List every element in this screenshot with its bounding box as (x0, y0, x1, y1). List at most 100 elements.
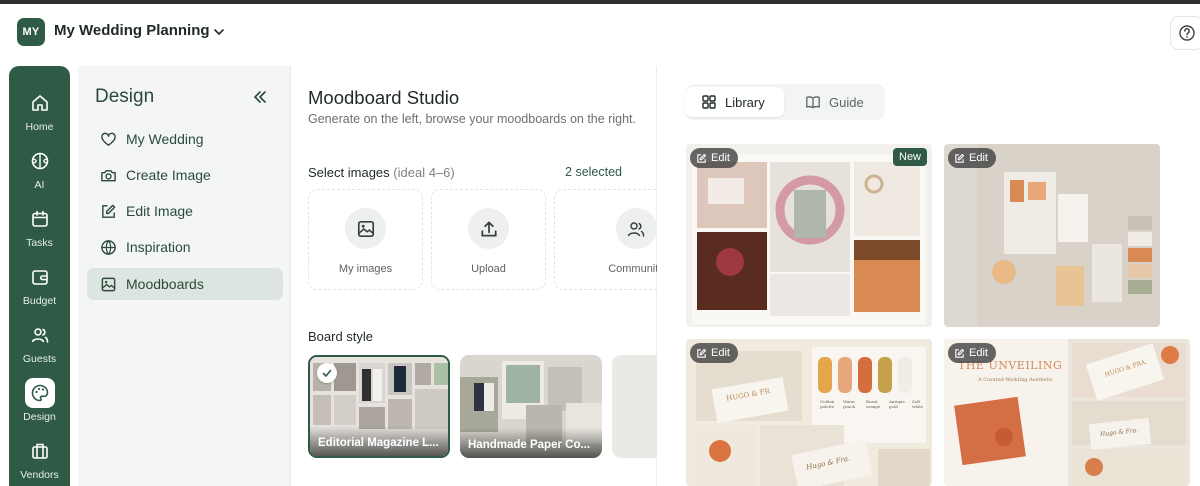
grid-icon (702, 95, 716, 109)
studio-subtitle: Generate on the left, browse your moodbo… (308, 112, 636, 126)
rail-item-ai[interactable]: AI (9, 142, 70, 196)
tab-guide[interactable]: Guide (789, 87, 881, 117)
source-label: My images (338, 263, 393, 275)
sidebar-item-label: Inspiration (126, 239, 191, 255)
moodboard-card-1[interactable]: Edit New (686, 144, 932, 327)
edit-label: Edit (711, 347, 730, 359)
moodboard-card-3[interactable]: Golden palette Warm peach Burnt orange A… (686, 339, 932, 486)
sidebar-item-inspiration[interactable]: Inspiration (87, 231, 283, 263)
board-tagline: A Curated Wedding Aesthetic (978, 377, 1053, 383)
select-images-text: Select images (308, 165, 390, 180)
style-editorial-magazine[interactable]: Editorial Magazine L... (308, 355, 450, 458)
store-icon (31, 443, 48, 459)
camera-icon (100, 169, 116, 181)
swatch-label-row: Golden palette Warm peach Burnt orange A… (820, 399, 930, 409)
selected-count: 2 selected (565, 165, 622, 179)
sidebar-item-my-wedding[interactable]: My Wedding (87, 123, 283, 155)
calendar-icon (31, 210, 48, 227)
rail-item-label: Home (25, 121, 54, 133)
sidebar-item-moodboards[interactable]: Moodboards (87, 268, 283, 300)
edit-badge[interactable]: Edit (948, 343, 996, 363)
rail-item-label: Vendors (20, 469, 59, 481)
moodboard-2-image (977, 144, 1160, 327)
tab-library[interactable]: Library (685, 87, 784, 117)
project-avatar[interactable]: MY (17, 18, 45, 46)
sidebar-item-label: My Wedding (126, 131, 204, 147)
sidebar-title: Design (95, 86, 155, 107)
chevron-down-icon[interactable] (212, 25, 226, 39)
ai-brain-icon (31, 152, 48, 170)
edit-icon (697, 153, 707, 163)
rail-item-label: AI (34, 179, 45, 191)
moodboard-studio-panel: Moodboard Studio Generate on the left, b… (291, 66, 657, 486)
rail-item-vendors[interactable]: Vendors (9, 432, 70, 486)
swatch-label: Warm peach (843, 399, 856, 409)
library-tab-bar: Library Guide (685, 84, 885, 120)
edit-badge[interactable]: Edit (690, 343, 738, 363)
source-my-images[interactable]: My images (308, 189, 423, 290)
users-icon (31, 328, 48, 343)
board-style-label: Board style (308, 329, 374, 344)
edit-label: Edit (969, 347, 988, 359)
selected-check (317, 363, 337, 383)
source-upload[interactable]: Upload (431, 189, 546, 290)
style-next-partial[interactable] (612, 355, 657, 458)
select-images-hint: (ideal 4–6) (393, 165, 455, 180)
style-handmade-paper[interactable]: Handmade Paper Co... (460, 355, 602, 458)
heart-icon (100, 132, 116, 146)
edit-badge[interactable]: Edit (690, 148, 738, 168)
moodboard-card-2[interactable]: Edit (944, 144, 1160, 327)
swatch-label: Soft white (912, 399, 924, 409)
source-label: Upload (471, 263, 506, 275)
image-icon (101, 277, 115, 291)
globe-icon (100, 239, 116, 255)
rail-item-tasks[interactable]: Tasks (9, 200, 70, 254)
style-label: Handmade Paper Co... (460, 428, 602, 458)
moodboard-1-image (692, 154, 926, 324)
swatch-label: Burnt orange (866, 399, 881, 409)
help-icon (1179, 25, 1195, 41)
help-button[interactable] (1170, 16, 1200, 50)
source-community[interactable]: Community (554, 189, 657, 290)
swatch-label: Antique gold (889, 399, 905, 409)
edit-icon (955, 153, 965, 163)
swatch-label: Golden palette (820, 399, 835, 409)
rail-item-label: Guests (22, 353, 57, 365)
edit-icon (697, 348, 707, 358)
rail-item-guests[interactable]: Guests (9, 316, 70, 370)
collapse-sidebar-icon[interactable] (251, 88, 269, 106)
rail-item-label: Tasks (26, 237, 53, 249)
users-icon (627, 221, 645, 237)
moodboard-card-4[interactable]: THE UNVEILING A Curated Wedding Aestheti… (944, 339, 1190, 486)
book-icon (806, 96, 820, 109)
style-label: Editorial Magazine L... (310, 426, 448, 456)
main-nav-rail: Home AI Tasks Budget Guests Design Vendo… (9, 66, 70, 486)
source-label: Community (608, 263, 657, 275)
tab-label: Library (725, 94, 765, 110)
app-header: MY My Wedding Planning (0, 4, 1200, 62)
image-icon (357, 220, 374, 237)
rail-item-design[interactable]: Design (9, 374, 70, 428)
sidebar-item-edit-image[interactable]: Edit Image (87, 195, 283, 227)
rail-item-label: Budget (22, 295, 57, 307)
rail-item-home[interactable]: Home (9, 84, 70, 138)
tab-label: Guide (829, 94, 864, 110)
palette-icon (31, 384, 48, 402)
sidebar-item-create-image[interactable]: Create Image (87, 159, 283, 191)
rail-item-budget[interactable]: Budget (9, 258, 70, 312)
upload-icon (480, 220, 497, 237)
studio-title: Moodboard Studio (308, 87, 460, 108)
wallet-icon (31, 270, 48, 285)
rail-item-label: Design (23, 411, 56, 423)
sidebar-item-label: Moodboards (126, 276, 204, 292)
edit-icon (955, 348, 965, 358)
new-badge: New (893, 148, 928, 166)
edit-badge[interactable]: Edit (948, 148, 996, 168)
sidebar-item-label: Edit Image (126, 203, 193, 219)
select-images-label: Select images (ideal 4–6) (308, 165, 455, 180)
check-icon (322, 369, 332, 377)
edit-label: Edit (969, 152, 988, 164)
project-title[interactable]: My Wedding Planning (54, 22, 210, 39)
edit-icon (101, 204, 115, 218)
edit-label: Edit (711, 152, 730, 164)
